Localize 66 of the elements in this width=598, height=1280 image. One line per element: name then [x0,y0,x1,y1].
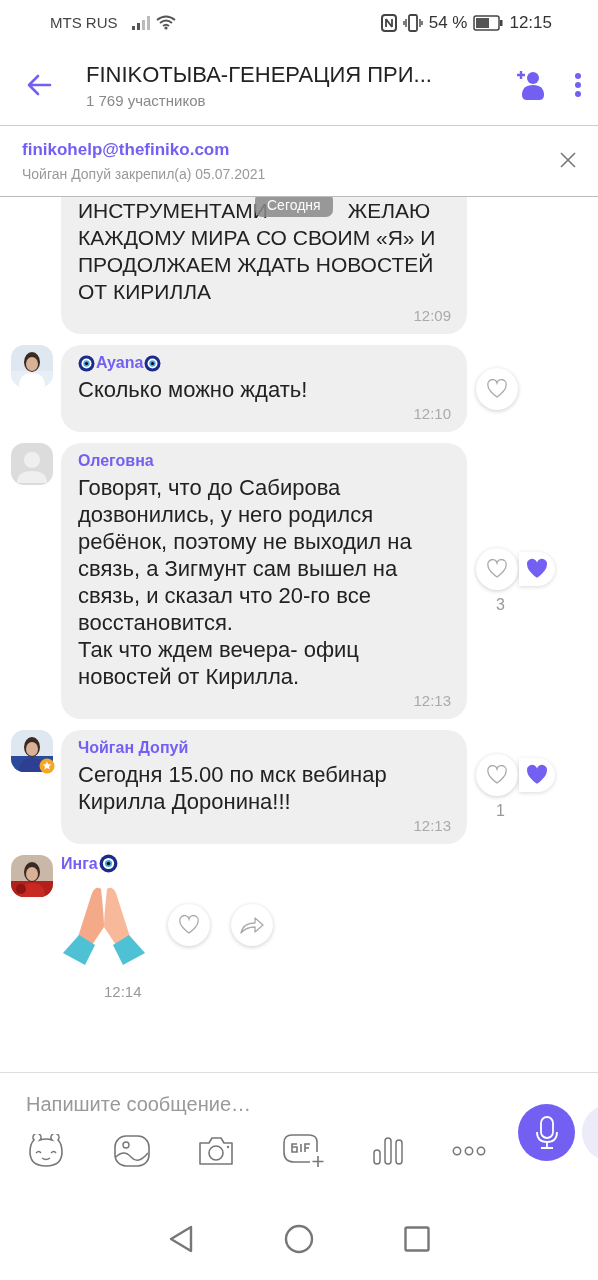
battery-icon [473,14,504,31]
message-line: КАЖДОМУ МИРА СО СВОИМ «Я» И [78,225,437,251]
message-line: ЖЕЛАЮ [347,198,431,224]
sender-name[interactable]: Ayana [96,354,144,372]
message-text: Говорят, что до Сабирова дозвонились, у него родился ребёнок, поэтому не выходил на связь, а Зигмунт сам вышел на связь, и сказал что 20-го все восстановится. Так что ждем вечера- офиц новостей от Кирилла. [78,474,413,690]
wifi-icon [155,15,176,30]
message-time: 12:13 [413,817,451,834]
pinned-message-banner[interactable]: finikohelp@thefiniko.com Чойган Допуй закрепил(а) 05.07.2021 [0,125,598,197]
microphone-icon [534,1115,559,1150]
like-count: 3 [496,596,505,614]
recents-nav-button[interactable] [404,1226,430,1252]
message-line: ОТ КИРИЛЛА [78,279,212,305]
gif-button[interactable] [282,1134,325,1168]
message-time: 12:13 [413,692,451,709]
circle-icon [284,1224,314,1254]
message-input[interactable]: Напишите сообщение… [26,1089,466,1120]
voice-message-button[interactable] [518,1104,575,1161]
member-count: 1 769 участников [86,91,207,109]
heart-icon [178,915,200,935]
heart-icon [486,378,508,399]
message-line: ИНСТРУМЕНТАМИ [78,198,268,224]
heart-icon [486,765,508,785]
pinned-email-link[interactable]: finikohelp@thefiniko.com [22,140,230,160]
square-icon [404,1226,430,1252]
share-arrow-icon [239,915,265,935]
back-arrow-icon [26,74,52,96]
heart-icon [525,558,549,580]
bars-icon [372,1136,405,1166]
carrier-name: MTS RUS [50,14,118,31]
camera-button[interactable] [197,1135,236,1167]
battery-percent: 54 % [428,12,468,33]
message-time: 12:10 [413,405,451,422]
sticker-button[interactable] [26,1134,66,1168]
likes-indicator[interactable] [519,758,555,792]
sender-name[interactable]: Чойган Допуй [78,739,189,757]
camera-icon [197,1135,236,1167]
like-count: 1 [496,802,505,820]
heart-icon [525,764,549,786]
more-icon [574,72,582,98]
message-time: 12:14 [104,983,142,1000]
message-text: Сколько можно ждать! [78,376,309,403]
heart-icon [486,559,508,579]
message-line: ПРОДОЛЖАЕМ ЖДАТЬ НОВОСТЕЙ [78,252,435,278]
close-icon [560,151,576,168]
message-text: Сегодня 15.00 по мск вебинар Кирилла Доронина!!! [78,761,388,815]
home-nav-button[interactable] [284,1224,314,1254]
bear-face-icon [26,1134,66,1168]
add-person-icon [516,69,544,101]
back-nav-button[interactable] [168,1225,194,1253]
gallery-button[interactable] [113,1135,150,1167]
sender-name[interactable]: Олеговна [78,452,154,470]
signal-icon [131,15,150,30]
message-time: 12:09 [413,307,451,324]
triangle-icon [168,1225,194,1253]
more-button[interactable] [451,1146,486,1156]
pinned-info: Чойган Допуй закрепил(а) 05.07.2021 [22,166,266,182]
nfc-icon [380,13,397,32]
poll-button[interactable] [372,1136,405,1166]
vibrate-icon [402,13,423,32]
clock: 12:15 [509,12,552,33]
chat-title: FINIKOТЫВА-ГЕНЕРАЦИЯ ПРИ... [86,61,433,88]
likes-indicator[interactable] [519,552,555,586]
sender-name[interactable]: Инга [61,854,98,873]
gif-icon [282,1134,325,1168]
image-icon [113,1135,150,1167]
more-icon [451,1146,486,1156]
